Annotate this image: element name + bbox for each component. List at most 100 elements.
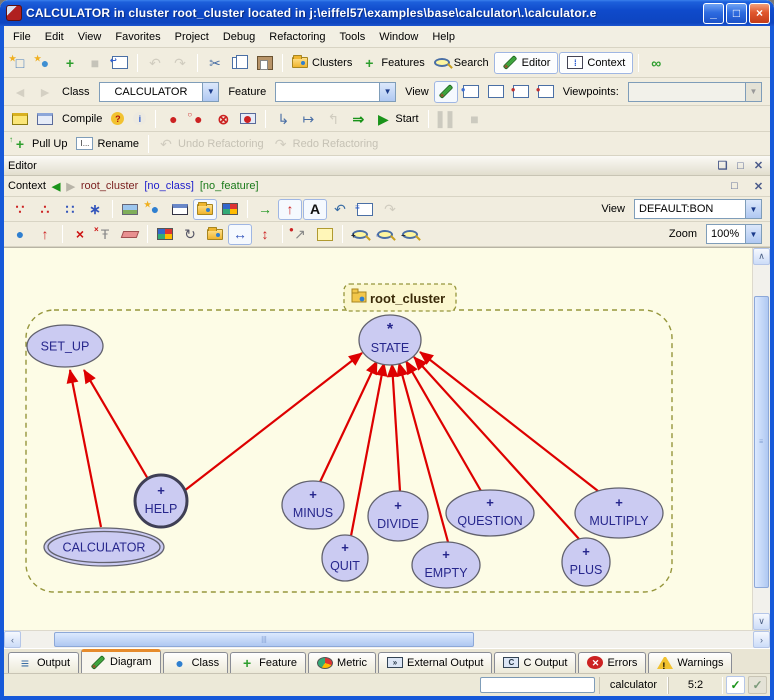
new-feature-icon[interactable]: + (58, 52, 82, 74)
step-into-icon[interactable]: ↳ (271, 108, 295, 130)
copy-icon[interactable] (228, 52, 252, 74)
horizontal-scroll-thumb[interactable]: ||| (54, 632, 474, 647)
delete-icon[interactable]: × (68, 224, 92, 245)
export-globe-icon[interactable]: ●★ (143, 199, 167, 220)
cut-icon[interactable]: ✂ (203, 52, 227, 74)
tab-external-output[interactable]: »External Output (378, 652, 492, 673)
feature-combobox[interactable]: ▼ (275, 82, 396, 102)
pin-icon[interactable]: ↗● (288, 224, 312, 245)
feature-combobox-arrow-icon[interactable]: ▼ (379, 83, 395, 101)
zoom-combobox-arrow-icon[interactable]: ▼ (745, 225, 761, 243)
inheritance-edge-multiply-state[interactable] (420, 352, 598, 491)
menu-file[interactable]: File (6, 28, 38, 46)
menu-refactoring[interactable]: Refactoring (262, 28, 332, 46)
cluster-view-toggle[interactable] (193, 199, 217, 220)
menu-window[interactable]: Window (372, 28, 425, 46)
client-link-tool-icon[interactable]: ∷ (58, 199, 82, 220)
new-class-icon[interactable]: ●★ (33, 52, 57, 74)
maximize-button[interactable]: □ (726, 3, 747, 24)
rotate-icon[interactable]: ↻ (178, 224, 202, 245)
go-to-icon[interactable]: → (253, 199, 277, 220)
class-node-state[interactable]: *STATE (359, 315, 421, 365)
class-node-help[interactable]: +HELP (135, 475, 187, 527)
discover-icon[interactable]: ? (107, 108, 128, 130)
anchor-delete-icon[interactable]: Ŧ× (93, 224, 117, 245)
melt-icon[interactable] (8, 108, 32, 130)
inheritance-edge-divide-state[interactable] (392, 364, 400, 491)
menu-tools[interactable]: Tools (333, 28, 373, 46)
inheritance-edge-calculator-set_up[interactable] (70, 370, 101, 527)
inheritance-edge-help-set_up[interactable] (84, 370, 148, 479)
diagram-view-combobox[interactable]: DEFAULT:BON ▼ (634, 199, 762, 219)
info-icon[interactable]: i (129, 108, 150, 130)
tab-diagram[interactable]: Diagram (81, 649, 161, 673)
menu-edit[interactable]: Edit (38, 28, 71, 46)
ignore-breakpoints-icon[interactable]: ⊗ (211, 108, 235, 130)
class-tool-icon[interactable]: ∵ (8, 199, 32, 220)
freeze-icon[interactable] (33, 108, 57, 130)
start-button[interactable]: ▶Start (371, 108, 422, 130)
pull-up-button[interactable]: +↑Pull Up (8, 133, 71, 155)
maximize-pane-icon[interactable]: □ (733, 159, 748, 173)
class-combobox-arrow-icon[interactable]: ▼ (202, 83, 218, 101)
globe-icon[interactable]: ● (8, 224, 32, 245)
history-icon[interactable]: ≡ (353, 199, 377, 220)
close-pane-icon[interactable]: ✕ (751, 159, 766, 173)
run-to-cursor-icon[interactable]: ⇒ (346, 108, 370, 130)
link-icon[interactable]: ∞ (644, 52, 668, 74)
cluster-tool-icon[interactable]: ∴ (33, 199, 57, 220)
contract-view-icon[interactable]: ● (509, 81, 533, 103)
undo-diagram-icon[interactable]: ↶ (328, 199, 352, 220)
context-class-link[interactable]: [no_class] (144, 180, 194, 192)
vertical-order-icon[interactable]: ↕ (253, 224, 277, 245)
compile-button[interactable]: Compile (58, 108, 106, 130)
scroll-left-icon[interactable]: ‹ (4, 631, 21, 648)
zoom-combobox[interactable]: 100% ▼ (706, 224, 762, 244)
eraser-icon[interactable] (118, 224, 142, 245)
export-image-icon[interactable] (118, 199, 142, 220)
class-node-plus[interactable]: +PLUS (562, 538, 610, 586)
maximize-context-icon[interactable]: □ (727, 179, 742, 193)
step-over-icon[interactable]: ↦ (296, 108, 320, 130)
clickable-view-icon[interactable]: ● (459, 81, 483, 103)
tab-errors[interactable]: ✕Errors (578, 652, 646, 673)
text-view-icon[interactable] (434, 81, 458, 103)
debug-run-new-icon[interactable]: ●○ (186, 108, 210, 130)
class-node-quit[interactable]: +QUIT (322, 535, 368, 581)
flat-view-icon[interactable] (484, 81, 508, 103)
reload-icon[interactable] (203, 224, 227, 245)
context-feature-link[interactable]: [no_feature] (200, 180, 259, 192)
zoom-fit-icon[interactable]: ▫ (373, 224, 397, 245)
scroll-up-icon[interactable]: ∧ (753, 248, 770, 265)
editor-toggle[interactable]: Editor (494, 52, 559, 74)
class-combobox[interactable]: CALCULATOR ▼ (99, 82, 220, 102)
diagram-view-combobox-arrow-icon[interactable]: ▼ (745, 200, 761, 218)
status-filter-field[interactable] (480, 677, 595, 693)
vertical-scroll-thumb[interactable]: ≡ (754, 296, 769, 588)
debug-run-icon[interactable]: ● (161, 108, 185, 130)
features-button[interactable]: +Features (357, 52, 428, 74)
scroll-down-icon[interactable]: ∨ (753, 613, 770, 630)
menu-favorites[interactable]: Favorites (108, 28, 167, 46)
close-context-icon[interactable]: ✕ (751, 179, 766, 193)
scroll-right-icon[interactable]: › (753, 631, 770, 648)
horizontal-layout-toggle[interactable]: ↔ (228, 224, 252, 245)
class-node-calculator[interactable]: CALCULATOR (44, 528, 164, 566)
tab-class[interactable]: ●Class (163, 652, 229, 673)
menu-project[interactable]: Project (168, 28, 216, 46)
inheritance-link-tool-icon[interactable]: ∗ (83, 199, 107, 220)
context-cluster-link[interactable]: root_cluster (81, 180, 138, 192)
zoom-out-icon[interactable]: − (398, 224, 422, 245)
close-button[interactable]: × (749, 3, 770, 24)
tab-metric[interactable]: Metric (308, 652, 376, 673)
context-toggle[interactable]: ⁞Context (559, 52, 633, 74)
class-node-empty[interactable]: +EMPTY (412, 542, 480, 588)
cluster-tab[interactable]: root_cluster (344, 284, 456, 311)
inheritance-edge-help-state[interactable] (184, 353, 362, 491)
tab-c-output[interactable]: CC Output (494, 652, 576, 673)
diagram-canvas[interactable]: root_cluster SET_UP *STATE +HELPCALCULATOR +… (4, 248, 752, 630)
tab-feature[interactable]: +Feature (230, 652, 306, 673)
class-node-question[interactable]: +QUESTION (446, 490, 534, 536)
class-node-set_up[interactable]: SET_UP (27, 325, 103, 367)
paste-icon[interactable] (253, 52, 277, 74)
